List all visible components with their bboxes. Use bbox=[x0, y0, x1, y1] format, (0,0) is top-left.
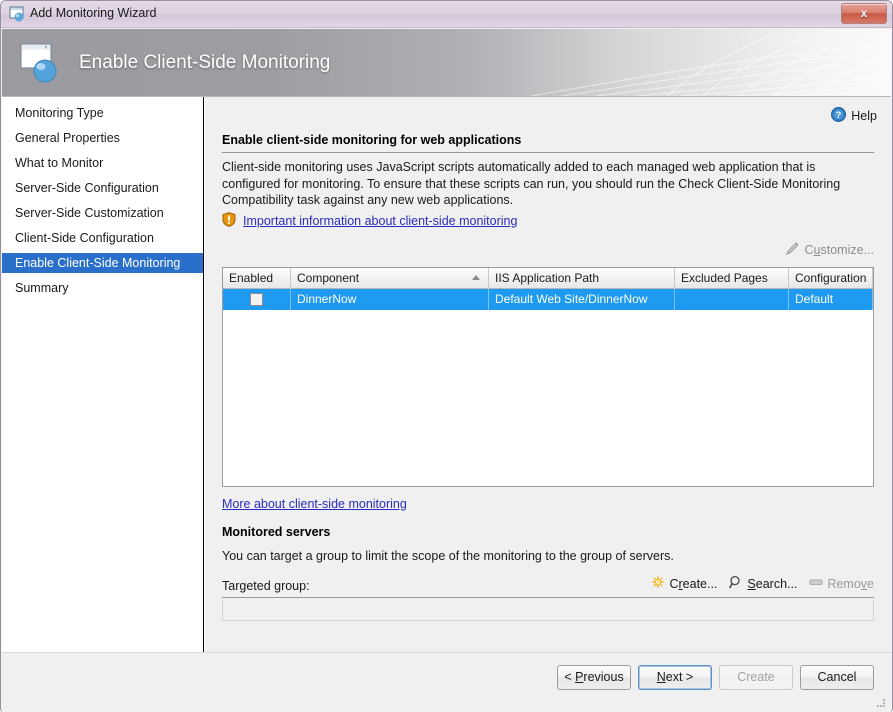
sidebar-item-monitoring-type[interactable]: Monitoring Type bbox=[2, 103, 203, 123]
important-information-link[interactable]: Important information about client-side … bbox=[222, 212, 517, 230]
page-title: Enable client-side monitoring for web ap… bbox=[222, 133, 521, 147]
close-button[interactable]: x bbox=[841, 3, 887, 24]
table-row[interactable]: DinnerNow Default Web Site/DinnerNow Def… bbox=[223, 289, 873, 310]
warning-shield-icon bbox=[222, 212, 236, 230]
monitored-servers-heading: Monitored servers bbox=[222, 525, 330, 539]
magnifier-icon bbox=[729, 575, 743, 592]
sidebar-item-enable-client-side-monitoring[interactable]: Enable Client-Side Monitoring bbox=[2, 253, 203, 273]
sidebar-item-client-side-configuration[interactable]: Client-Side Configuration bbox=[2, 228, 203, 248]
important-information-label: Important information about client-side … bbox=[243, 214, 517, 228]
customize-button[interactable]: Customize... bbox=[785, 241, 874, 259]
column-header-configuration[interactable]: Configuration bbox=[789, 268, 873, 288]
more-about-link[interactable]: More about client-side monitoring bbox=[222, 497, 407, 511]
banner-title: Enable Client-Side Monitoring bbox=[79, 52, 330, 74]
svg-text:?: ? bbox=[836, 110, 842, 120]
column-header-enabled[interactable]: Enabled bbox=[223, 268, 291, 288]
remove-group-label: Remove bbox=[827, 577, 874, 591]
wizard-banner: Enable Client-Side Monitoring bbox=[2, 29, 891, 97]
create-group-label: Create... bbox=[669, 577, 717, 591]
sort-ascending-icon bbox=[472, 275, 480, 280]
search-group-button[interactable]: Search... bbox=[729, 575, 797, 592]
sidebar-item-general-properties[interactable]: General Properties bbox=[2, 128, 203, 148]
help-link[interactable]: ? Help bbox=[831, 107, 877, 124]
column-header-component-label: Component bbox=[297, 271, 359, 285]
targeted-group-input[interactable] bbox=[222, 600, 874, 621]
sidebar-item-server-side-configuration[interactable]: Server-Side Configuration bbox=[2, 178, 203, 198]
sidebar-item-what-to-monitor[interactable]: What to Monitor bbox=[2, 153, 203, 173]
previous-button[interactable]: < Previous bbox=[557, 665, 631, 690]
create-button[interactable]: Create bbox=[719, 665, 793, 690]
column-header-component[interactable]: Component bbox=[291, 268, 489, 288]
close-icon: x bbox=[842, 4, 886, 23]
group-actions: Create... Search... bbox=[651, 575, 874, 592]
help-label: Help bbox=[851, 109, 877, 123]
title-bar: Add Monitoring Wizard x bbox=[1, 1, 892, 28]
group-divider bbox=[222, 597, 874, 598]
help-circle-icon: ? bbox=[831, 107, 846, 125]
heading-divider bbox=[222, 152, 874, 153]
monitored-servers-description: You can target a group to limit the scop… bbox=[222, 549, 674, 563]
page-description: Client-side monitoring uses JavaScript s… bbox=[222, 159, 876, 209]
wizard-window: Add Monitoring Wizard x bbox=[0, 0, 893, 712]
window-title: Add Monitoring Wizard bbox=[30, 6, 156, 20]
cancel-button[interactable]: Cancel bbox=[800, 665, 874, 690]
web-applications-grid[interactable]: Enabled Component IIS Application Path E… bbox=[222, 267, 874, 487]
column-header-excluded-pages[interactable]: Excluded Pages bbox=[675, 268, 789, 288]
remove-group-button[interactable]: Remove bbox=[809, 575, 874, 592]
banner-mesh-decoration bbox=[471, 29, 891, 96]
cell-excluded-pages bbox=[675, 289, 789, 310]
star-burst-icon bbox=[651, 575, 665, 592]
content-area: Monitoring Type General Properties What … bbox=[2, 97, 891, 652]
cell-configuration: Default bbox=[789, 289, 873, 310]
row-enabled-checkbox[interactable] bbox=[250, 293, 263, 306]
window-sphere-icon bbox=[19, 41, 65, 85]
main-panel: ? Help Enable client-side monitoring for… bbox=[205, 97, 891, 652]
resize-grip[interactable] bbox=[875, 697, 887, 709]
cell-component: DinnerNow bbox=[291, 289, 489, 310]
create-group-button[interactable]: Create... bbox=[651, 575, 717, 592]
next-button[interactable]: Next > bbox=[638, 665, 712, 690]
cell-enabled bbox=[223, 289, 291, 310]
sidebar-item-summary[interactable]: Summary bbox=[2, 278, 203, 298]
cell-iis-application-path: Default Web Site/DinnerNow bbox=[489, 289, 675, 310]
window-sphere-icon bbox=[9, 6, 26, 22]
targeted-group-label: Targeted group: bbox=[222, 579, 310, 593]
grid-header-row: Enabled Component IIS Application Path E… bbox=[223, 268, 873, 289]
search-group-label: Search... bbox=[747, 577, 797, 591]
column-header-iis-application-path[interactable]: IIS Application Path bbox=[489, 268, 675, 288]
remove-bar-icon bbox=[809, 575, 823, 592]
customize-label: Customize... bbox=[805, 243, 874, 257]
pencil-icon bbox=[785, 241, 800, 259]
wizard-footer: < Previous Next > Create Cancel bbox=[2, 652, 891, 712]
wizard-step-nav: Monitoring Type General Properties What … bbox=[2, 97, 204, 652]
sidebar-item-server-side-customization[interactable]: Server-Side Customization bbox=[2, 203, 203, 223]
